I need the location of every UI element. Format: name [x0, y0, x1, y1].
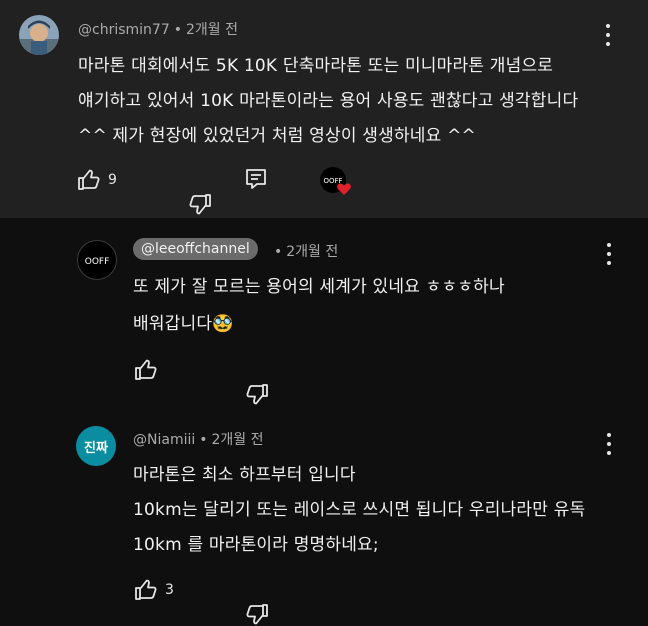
reply-1-meta: • 2개월 전	[274, 241, 338, 261]
reply-1-dislike-icon[interactable]	[221, 358, 268, 405]
reply-2-avatar[interactable]: 진짜	[76, 426, 116, 466]
reply-2-dislike-icon[interactable]	[221, 578, 268, 625]
reply-2-avatar-text: 진짜	[84, 440, 108, 456]
reply-2-text-line-2: 10km는 달리기 또는 레이스로 쓰시면 됩니다 우리나라만 유독	[133, 500, 586, 520]
reply-1-avatar-text: OOFF	[85, 257, 110, 267]
like-icon[interactable]	[77, 168, 101, 192]
reply-2-like-count: 3	[165, 582, 174, 598]
dislike-icon[interactable]	[164, 168, 211, 215]
reply-2-like-icon[interactable]	[134, 578, 158, 602]
comment-meta: @chrismin77 • 2개월 전	[78, 19, 238, 39]
reply-1-like-icon[interactable]	[134, 358, 158, 382]
meta-separator: •	[274, 244, 283, 260]
reply-1-avatar[interactable]: OOFF	[77, 240, 117, 280]
reply-2-text-line-3: 10km 를 마라톤이라 명명하네요;	[133, 535, 379, 555]
reply-1-more-icon[interactable]	[604, 243, 614, 265]
reply-1-text-line-2: 배워갑니다🥸	[133, 314, 234, 334]
comment-text-line-1: 마라톤 대회에서도 5K 10K 단축마라톤 또는 미니마라톤 개념으로	[78, 56, 554, 76]
meta-separator: •	[199, 432, 208, 448]
comment-text-line-3: ^^ 제가 현장에 있었던거 처럼 영상이 생생하네요 ^^	[78, 126, 476, 146]
reply-2-meta: @Niamiii • 2개월 전	[133, 429, 264, 449]
comment-time[interactable]: 2개월 전	[186, 22, 238, 38]
reply-1-text-line-1: 또 제가 잘 모르는 용어의 세계가 있네요 ㅎㅎㅎ하나	[133, 277, 505, 297]
commenter-avatar[interactable]	[19, 15, 59, 55]
reply-1-handle-badge[interactable]: @leeoffchannel	[133, 238, 258, 260]
reply-2-handle[interactable]: @Niamiii	[133, 432, 195, 448]
comment-more-icon[interactable]	[603, 24, 613, 46]
meta-separator: •	[173, 22, 182, 38]
reply-2-time[interactable]: 2개월 전	[212, 432, 264, 448]
heart-icon	[336, 181, 352, 197]
reply-2-text-line-1: 마라톤은 최소 하프부터 입니다	[133, 465, 356, 485]
reply-1-time[interactable]: 2개월 전	[286, 244, 338, 260]
comment-handle[interactable]: @chrismin77	[78, 22, 170, 38]
reply-icon[interactable]	[244, 167, 268, 191]
comment-text-line-2: 얘기하고 있어서 10K 마라톤이라는 용어 사용도 괜찮다고 생각합니다	[78, 91, 579, 111]
reply-2-more-icon[interactable]	[604, 433, 614, 455]
like-count: 9	[108, 172, 117, 188]
